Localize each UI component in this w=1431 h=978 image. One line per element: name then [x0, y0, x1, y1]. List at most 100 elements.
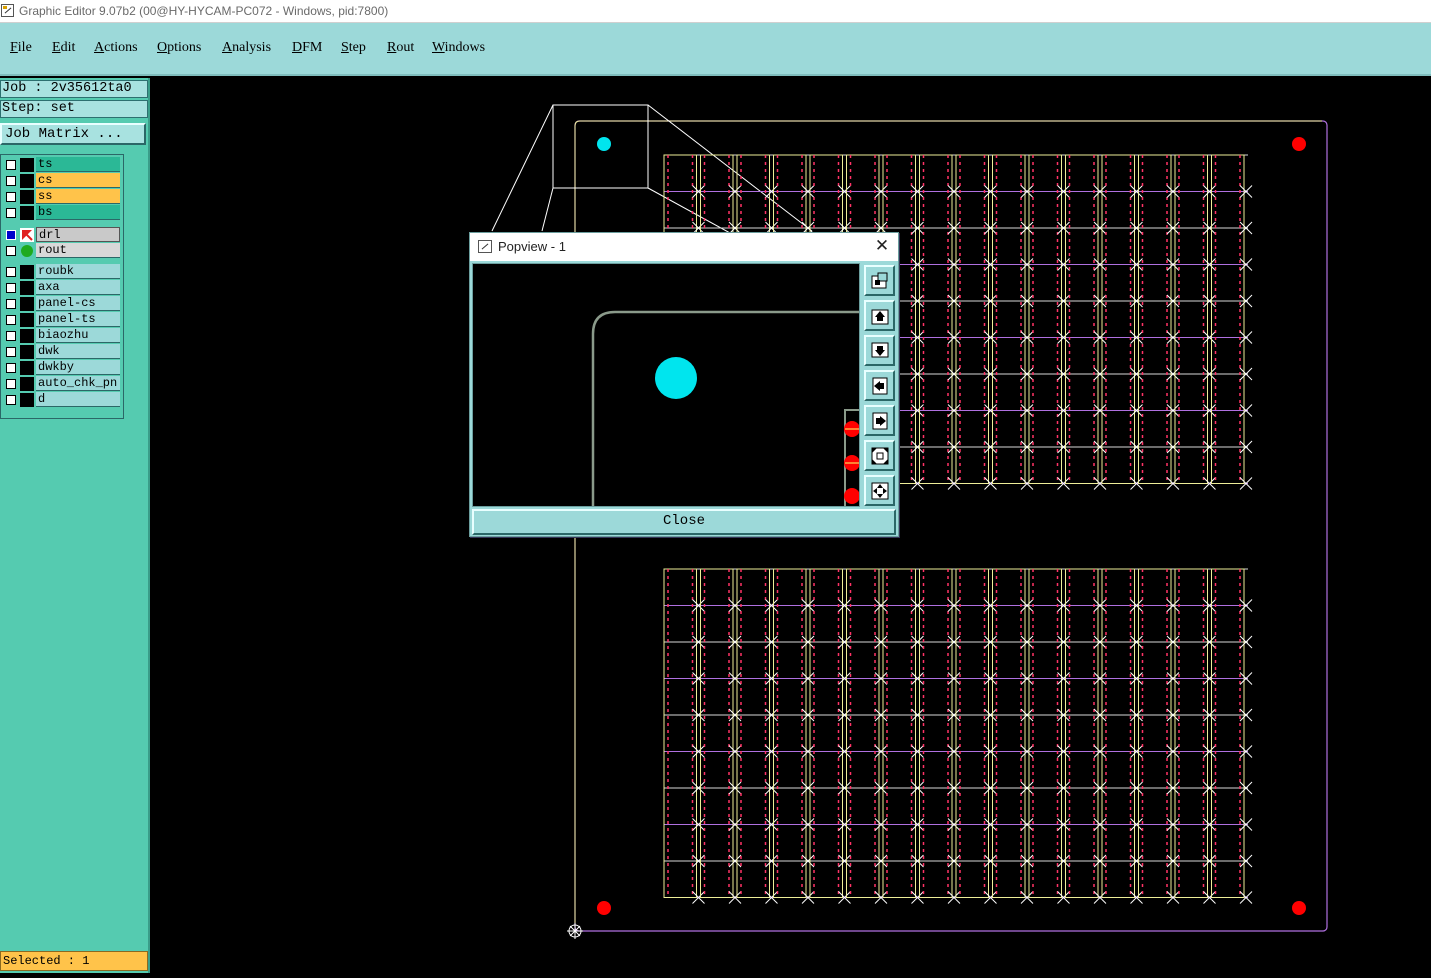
layer-row-panel-cs[interactable]: panel-cs — [3, 296, 120, 311]
tooling-hole — [1292, 901, 1306, 915]
layer-slot — [20, 345, 34, 359]
layer-row-d[interactable]: d — [3, 392, 120, 407]
layer-row-cs[interactable]: cs — [3, 173, 120, 188]
layer-checkbox[interactable] — [6, 379, 16, 389]
pan-left-button[interactable] — [864, 370, 895, 401]
layer-row-biaozhu[interactable]: biaozhu — [3, 328, 120, 343]
layer-slot — [20, 281, 34, 295]
layer-slot — [20, 393, 34, 407]
layer-checkbox[interactable] — [6, 246, 16, 256]
layer-name: rout — [36, 243, 120, 258]
zoom-out-icon — [871, 482, 889, 500]
menu-options[interactable]: Options — [157, 40, 201, 56]
drill-hole — [844, 488, 859, 504]
board-corner-outline — [591, 310, 859, 506]
layer-checkbox[interactable] — [6, 347, 16, 357]
zoom-in-button[interactable] — [864, 440, 895, 471]
layer-name: bs — [36, 205, 120, 220]
popview-app-icon — [478, 240, 492, 253]
selected-status: Selected : 1 — [0, 951, 148, 971]
layer-checkbox[interactable] — [6, 176, 16, 186]
popview-viewport[interactable] — [472, 263, 860, 507]
job-name-label: Job : 2v35612ta0 — [0, 80, 148, 98]
layer-row-rout[interactable]: rout — [3, 243, 120, 258]
layer-row-dwkby[interactable]: dwkby — [3, 360, 120, 375]
app-icon — [1, 4, 14, 17]
layer-name: cs — [36, 173, 120, 188]
job-matrix-button[interactable]: Job Matrix ... — [0, 123, 146, 145]
tooling-hole — [597, 901, 611, 915]
layer-name: panel-ts — [36, 312, 120, 327]
layer-checkbox[interactable] — [6, 160, 16, 170]
fiducial-cyan — [597, 137, 611, 151]
zoom-out-button[interactable] — [864, 475, 895, 506]
layer-checkbox[interactable] — [6, 331, 16, 341]
popview-titlebar[interactable]: Popview - 1 ✕ — [470, 233, 898, 261]
layer-slot — [20, 174, 34, 188]
layer-name: roubk — [36, 264, 120, 279]
layer-name: biaozhu — [36, 328, 120, 343]
layer-row-panel-ts[interactable]: panel-ts — [3, 312, 120, 327]
fiducial-cyan — [655, 357, 697, 399]
menu-actions[interactable]: Actions — [94, 40, 138, 56]
layer-row-dwk[interactable]: dwk — [3, 344, 120, 359]
layer-name: dwk — [36, 344, 120, 359]
menu-rout[interactable]: Rout — [387, 40, 414, 56]
work-layer-arrow-icon — [20, 228, 34, 242]
layer-slot — [20, 190, 34, 204]
layer-checkbox[interactable] — [6, 283, 16, 293]
menu-step[interactable]: Step — [341, 40, 366, 56]
layer-checkbox[interactable] — [6, 192, 16, 202]
menu-windows[interactable]: Windows — [432, 40, 485, 56]
menu-bar: File Edit Actions Options Analysis DFM S… — [0, 23, 1431, 76]
display-layer-dot-icon — [20, 244, 34, 258]
step-name-label: Step: set — [0, 100, 148, 118]
layer-row-ss[interactable]: ss — [3, 189, 120, 204]
layer-name: drl — [36, 227, 120, 242]
menu-file[interactable]: File — [10, 40, 32, 56]
layer-list: ts cs ss bs drl rout roubk axa panel-cs panel-ts b… — [0, 154, 124, 419]
layer-name: panel-cs — [36, 296, 120, 311]
pan-right-icon — [872, 412, 888, 430]
layer-row-roubk[interactable]: roubk — [3, 264, 120, 279]
layer-name: ts — [36, 157, 120, 172]
layer-name: d — [36, 392, 120, 407]
layer-slot — [20, 313, 34, 327]
popview-toolbar — [862, 263, 898, 507]
layer-checkbox[interactable] — [6, 230, 16, 240]
zoom-window-button[interactable] — [864, 265, 895, 296]
window-title: Graphic Editor 9.07b2 (00@HY-HYCAM-PC072… — [19, 4, 389, 18]
layer-row-auto-chk-pn[interactable]: auto_chk_pn — [3, 376, 120, 391]
layer-row-axa[interactable]: axa — [3, 280, 120, 295]
layer-checkbox[interactable] — [6, 315, 16, 325]
pan-up-button[interactable] — [864, 300, 895, 331]
layer-slot — [20, 329, 34, 343]
layer-name: ss — [36, 189, 120, 204]
popview-dialog: Popview - 1 ✕ Close — [469, 232, 899, 537]
close-icon[interactable]: ✕ — [872, 236, 892, 256]
layer-slot — [20, 206, 34, 220]
layer-checkbox[interactable] — [6, 267, 16, 277]
layer-checkbox[interactable] — [6, 363, 16, 373]
layer-row-drl[interactable]: drl — [3, 227, 120, 242]
layer-slot — [20, 158, 34, 172]
layer-checkbox[interactable] — [6, 208, 16, 218]
menu-edit[interactable]: Edit — [52, 40, 75, 56]
pan-right-button[interactable] — [864, 405, 895, 436]
layer-slot — [20, 377, 34, 391]
layer-row-bs[interactable]: bs — [3, 205, 120, 220]
layer-checkbox[interactable] — [6, 299, 16, 309]
layer-slot — [20, 361, 34, 375]
layer-slot — [20, 265, 34, 279]
layer-checkbox[interactable] — [6, 395, 16, 405]
tooling-hole — [1292, 137, 1306, 151]
pan-down-button[interactable] — [864, 335, 895, 366]
title-bar: Graphic Editor 9.07b2 (00@HY-HYCAM-PC072… — [0, 0, 1431, 23]
layer-row-ts[interactable]: ts — [3, 157, 120, 172]
pcb-array-bottom — [663, 568, 1253, 904]
menu-analysis[interactable]: Analysis — [222, 40, 271, 56]
origin-datum-icon — [567, 923, 583, 939]
pan-up-icon — [871, 309, 889, 325]
close-button[interactable]: Close — [472, 509, 896, 535]
menu-dfm[interactable]: DFM — [292, 40, 322, 56]
